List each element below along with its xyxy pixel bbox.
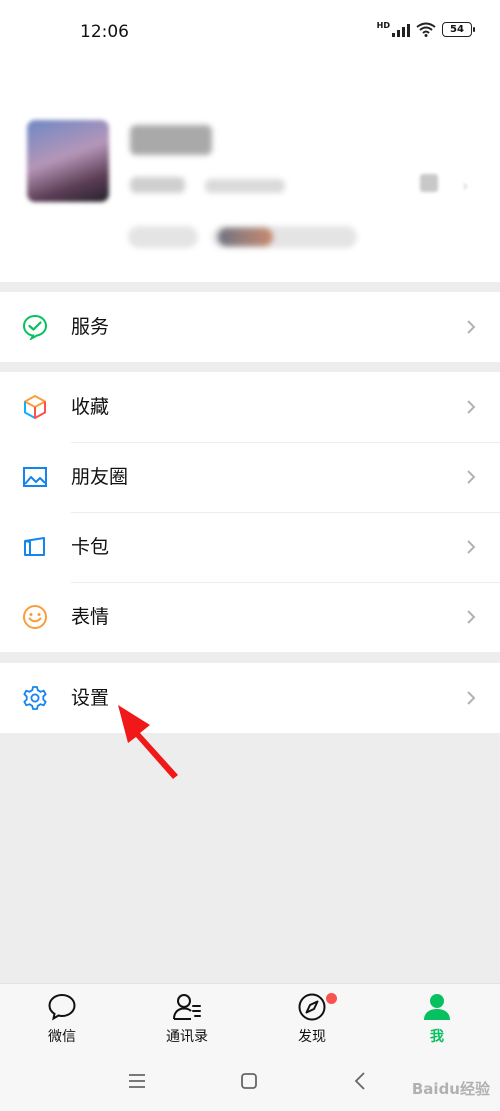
cards-wallet-icon bbox=[24, 537, 45, 556]
home-square-icon[interactable] bbox=[238, 1070, 260, 1092]
person-icon bbox=[424, 994, 450, 1020]
profile-header[interactable]: › bbox=[0, 70, 500, 282]
moments-picture-icon bbox=[23, 467, 47, 487]
battery-level: 54 bbox=[450, 24, 464, 35]
menu-item-label: 朋友圈 bbox=[71, 466, 129, 488]
menu-item-label: 收藏 bbox=[71, 396, 110, 418]
status-pill-blurred[interactable] bbox=[128, 226, 198, 248]
menu-item-label: 服务 bbox=[71, 316, 110, 338]
wifi-icon bbox=[416, 22, 436, 37]
tab-discover[interactable]: 发现 bbox=[262, 984, 362, 1051]
menu-item-label: 设置 bbox=[71, 687, 110, 709]
contacts-icon bbox=[173, 994, 201, 1020]
profile-chevron-icon: › bbox=[462, 176, 469, 195]
menu-item-settings[interactable]: 设置 bbox=[0, 663, 500, 733]
bottom-tab-bar: 微信 通讯录 发现 我 bbox=[0, 983, 500, 1050]
battery-indicator: 54 bbox=[442, 22, 475, 37]
smiley-icon bbox=[23, 605, 47, 629]
favorites-cube-icon bbox=[24, 395, 46, 419]
watermark: Baidu经验 bbox=[411, 1080, 490, 1098]
compass-icon bbox=[298, 993, 326, 1021]
menu-item-stickers[interactable]: 表情 bbox=[0, 582, 500, 652]
chevron-right-icon bbox=[467, 400, 476, 414]
menu-item-label: 表情 bbox=[71, 606, 110, 628]
gear-icon bbox=[23, 686, 47, 710]
tab-me[interactable]: 我 bbox=[387, 984, 487, 1051]
chevron-right-icon bbox=[467, 540, 476, 554]
tab-label: 发现 bbox=[298, 1029, 326, 1045]
tab-label: 我 bbox=[430, 1029, 444, 1045]
tab-contacts[interactable]: 通讯录 bbox=[137, 984, 237, 1051]
menu-item-moments[interactable]: 朋友圈 bbox=[0, 442, 500, 512]
chevron-right-icon bbox=[467, 691, 476, 705]
section-services: 服务 bbox=[0, 292, 500, 362]
system-nav-bar: Baidu经验 bbox=[0, 1050, 500, 1111]
section-main: 收藏 朋友圈 卡包 表情 bbox=[0, 372, 500, 652]
signal-icon bbox=[392, 23, 410, 37]
status-time: 12:06 bbox=[80, 22, 129, 42]
chat-bubble-icon bbox=[48, 993, 76, 1021]
status-icons: HD 54 bbox=[376, 21, 475, 37]
notification-dot bbox=[326, 993, 337, 1004]
chevron-right-icon bbox=[467, 470, 476, 484]
menu-item-services[interactable]: 服务 bbox=[0, 292, 500, 362]
profile-id-value-blurred bbox=[205, 179, 285, 193]
red-arrow-annotation bbox=[118, 705, 178, 779]
menu-item-label: 卡包 bbox=[71, 536, 110, 558]
chevron-right-icon bbox=[467, 320, 476, 334]
section-settings: 设置 bbox=[0, 663, 500, 733]
menu-item-cards[interactable]: 卡包 bbox=[0, 512, 500, 582]
tab-chats[interactable]: 微信 bbox=[12, 984, 112, 1051]
services-icon bbox=[22, 314, 48, 340]
qr-code-icon[interactable] bbox=[420, 174, 438, 192]
tab-label: 通讯录 bbox=[166, 1029, 208, 1045]
network-label: HD bbox=[376, 21, 390, 30]
status-bar: 12:06 HD 54 bbox=[0, 0, 500, 70]
tab-label: 微信 bbox=[48, 1029, 76, 1045]
profile-id-blurred bbox=[130, 177, 185, 193]
profile-name-blurred bbox=[130, 125, 212, 155]
avatar[interactable] bbox=[27, 120, 109, 202]
chevron-right-icon bbox=[467, 610, 476, 624]
menu-lines-icon[interactable] bbox=[126, 1070, 148, 1092]
menu-item-favorites[interactable]: 收藏 bbox=[0, 372, 500, 442]
back-chevron-icon[interactable] bbox=[350, 1070, 372, 1092]
friends-avatars-blurred bbox=[218, 228, 273, 246]
